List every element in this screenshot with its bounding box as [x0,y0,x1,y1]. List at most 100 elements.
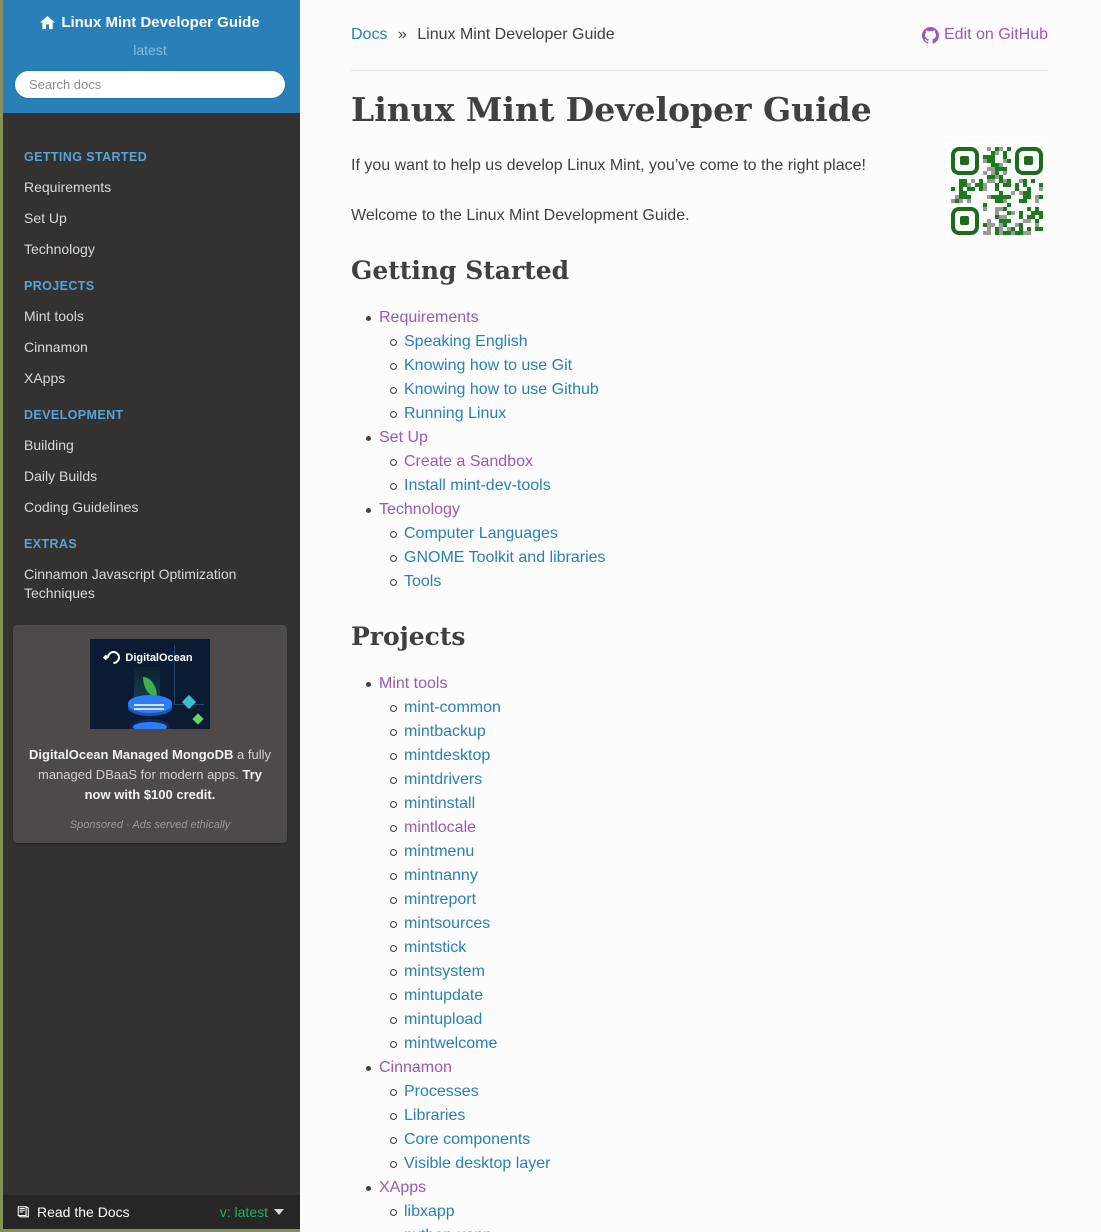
toc-list: Mint tools mint-common mintbackup mintdeskt… [366,672,1048,1232]
home-icon [40,16,56,30]
sidebar-section-list: Cinnamon Javascript Optimization Techniq… [0,559,300,609]
toc-link-knowing-how-to-use-github[interactable]: Knowing how to use Github [404,381,599,398]
ad-copy: DigitalOcean Managed MongoDB a fully man… [29,747,271,802]
toc-subitem: mintsystem [390,960,1048,984]
toc-item: Requirements Speaking English Knowing how … [366,306,1048,426]
qr-finder-pattern [951,147,979,175]
sidebar-item-cinnamon[interactable]: Cinnamon [0,332,300,363]
toc-sublist: libxapp python-xapp [390,1200,1048,1232]
toc-link-mintmenu[interactable]: mintmenu [404,843,474,860]
content-area: Docs » Linux Mint Developer Guide Edit o… [300,0,1101,1232]
toc-link-xapps[interactable]: XApps [379,1179,426,1196]
sidebar-item-mint-tools[interactable]: Mint tools [0,301,300,332]
toc-link-mintwelcome[interactable]: mintwelcome [404,1035,497,1052]
toc-link-requirements[interactable]: Requirements [379,309,479,326]
toc-subitem: mintupdate [390,984,1048,1008]
breadcrumb-docs-link[interactable]: Docs [351,26,387,43]
chevron-down-icon [274,1209,284,1215]
toc-link-running-linux[interactable]: Running Linux [404,405,506,422]
toc-subitem: mintwelcome [390,1032,1048,1056]
readthedocs-link[interactable]: Read the Docs [16,1204,130,1220]
toc-sublist: Processes Libraries Core components Visible… [390,1080,1048,1176]
sidebar-item-daily-builds[interactable]: Daily Builds [0,461,300,492]
toc-item: Cinnamon Processes Libraries Core component… [366,1056,1048,1176]
toc-link-speaking-english[interactable]: Speaking English [404,333,528,350]
toc-link-mintupdate[interactable]: mintupdate [404,987,483,1004]
toc-link-mintreport[interactable]: mintreport [404,891,476,908]
sidebar-section-caption: EXTRAS [24,537,78,551]
toc-sublist: Speaking English Knowing how to use Git Kn… [390,330,1048,426]
digitalocean-ad-image: DigitalOcean [90,639,210,729]
toc-link-technology[interactable]: Technology [379,501,460,518]
toc-subitem: mintsources [390,912,1048,936]
toc-link-mintinstall[interactable]: mintinstall [404,795,475,812]
toc-subitem: mintdrivers [390,768,1048,792]
toc-link-processes[interactable]: Processes [404,1083,479,1100]
toc-link-set-up[interactable]: Set Up [379,429,428,446]
toc-link-tools[interactable]: Tools [404,573,441,590]
toc-subitem: Knowing how to use Git [390,354,1048,378]
toc-link-mintsources[interactable]: mintsources [404,915,490,932]
toc-link-mintlocale[interactable]: mintlocale [404,819,476,836]
digitalocean-logo: DigitalOcean [90,648,210,667]
toc-link-mintsystem[interactable]: mintsystem [404,963,485,980]
section-heading: Projects [351,622,466,651]
toc-subitem: Knowing how to use Github [390,378,1048,402]
toc-subitem: Computer Languages [390,522,1048,546]
toc-link-gnome-toolkit-and-libraries[interactable]: GNOME Toolkit and libraries [404,549,606,566]
qr-finder-pattern [951,207,979,235]
toc-link-mintdrivers[interactable]: mintdrivers [404,771,482,788]
toc-link-libraries[interactable]: Libraries [404,1107,465,1124]
project-title: Linux Mint Developer Guide [61,14,260,31]
toc-link-mintbackup[interactable]: mintbackup [404,723,486,740]
sidebar-nav: GETTING STARTED Requirements Set Up Technol… [0,113,300,609]
toc-sublist: mint-common mintbackup mintdesktop mintdriv… [390,696,1048,1056]
sidebar-item-building[interactable]: Building [0,430,300,461]
version-switcher[interactable]: v: latest [220,1204,284,1220]
sidebar-section-list: Building Daily Builds Coding Guidelines [0,430,300,523]
toc-link-python-xapp[interactable]: python-xapp [404,1227,492,1232]
sidebar-item-requirements[interactable]: Requirements [0,172,300,203]
toc-subitem: Running Linux [390,402,1048,426]
project-home-link[interactable]: Linux Mint Developer Guide [40,12,260,34]
breadcrumb-divider [351,70,1048,71]
sidebar-header: Linux Mint Developer Guide latest [0,0,300,113]
version-label: latest [133,42,167,58]
toc-link-mint-common[interactable]: mint-common [404,699,501,716]
toc-subitem: Visible desktop layer [390,1152,1048,1176]
digitalocean-mark-icon [104,648,124,667]
toc-subitem: Create a Sandbox [390,450,1048,474]
toc-subitem: Libraries [390,1104,1048,1128]
sidebar-section-list: Requirements Set Up Technology [0,172,300,265]
ad-disclosure: Sponsored · Ads served ethically [69,819,231,831]
toc-link-knowing-how-to-use-git[interactable]: Knowing how to use Git [404,357,572,374]
toc-link-mintdesktop[interactable]: mintdesktop [404,747,490,764]
sidebar-item-coding-guidelines[interactable]: Coding Guidelines [0,492,300,523]
toc-link-mintstick[interactable]: mintstick [404,939,466,956]
toc-link-cinnamon[interactable]: Cinnamon [379,1059,452,1076]
toc-sublist: Computer Languages GNOME Toolkit and libr… [390,522,1048,594]
toc-subitem: mintmenu [390,840,1048,864]
toc-link-visible-desktop-layer[interactable]: Visible desktop layer [404,1155,550,1172]
edit-on-github-link[interactable]: Edit on GitHub [921,26,1048,44]
book-icon [17,1206,29,1218]
toc-subitem: mintreport [390,888,1048,912]
toc-link-mintupload[interactable]: mintupload [404,1011,482,1028]
toc-link-computer-languages[interactable]: Computer Languages [404,525,558,542]
toc-link-mintnanny[interactable]: mintnanny [404,867,478,884]
toc-link-core-components[interactable]: Core components [404,1131,530,1148]
toc-link-install-mint-dev-tools[interactable]: Install mint-dev-tools [404,477,551,494]
toc-link-create-a-sandbox[interactable]: Create a Sandbox [404,453,533,470]
toc-item: Set Up Create a Sandbox Install mint-dev-t… [366,426,1048,498]
breadcrumb: Docs » Linux Mint Developer Guide [351,26,615,44]
toc-link-libxapp[interactable]: libxapp [404,1203,455,1220]
toc-subitem: mintupload [390,1008,1048,1032]
sponsor-ad-card[interactable]: DigitalOcean DigitalOcean Managed MongoD… [13,625,287,843]
sidebar-item-cinnamon-javascript-optimization-techniques[interactable]: Cinnamon Javascript Optimization Techniq… [0,559,300,609]
sidebar-item-xapps[interactable]: XApps [0,363,300,394]
search-input[interactable] [14,70,286,99]
sidebar-item-technology[interactable]: Technology [0,234,300,265]
sidebar-item-set-up[interactable]: Set Up [0,203,300,234]
toc-subitem: Tools [390,570,1048,594]
toc-link-mint-tools[interactable]: Mint tools [379,675,447,692]
